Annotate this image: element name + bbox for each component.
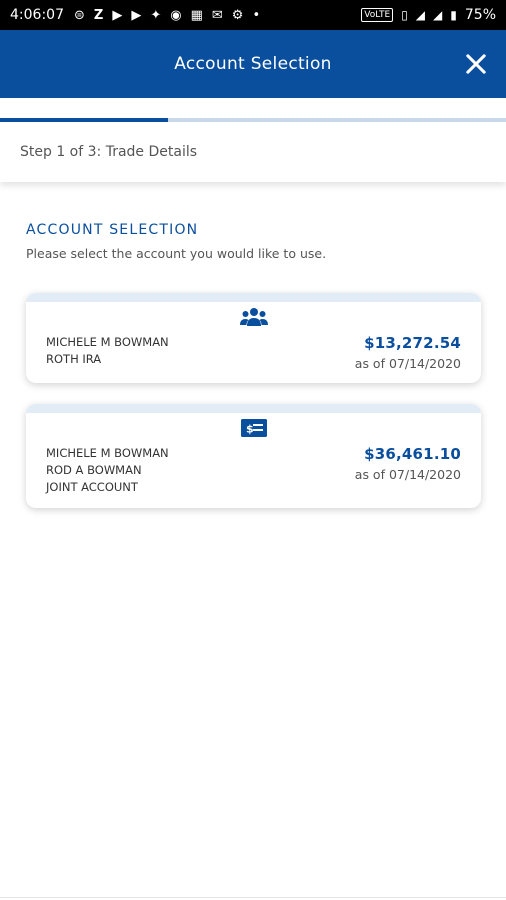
account-card[interactable]: MICHELE M BOWMAN ROTH IRA $13,272.54 as … (26, 293, 481, 383)
people-group-icon (239, 308, 268, 326)
step-indicator: Step 1 of 3: Trade Details (0, 122, 506, 182)
youtube-icon: ▶ (131, 7, 142, 23)
account-card[interactable]: $ MICHELE M BOWMAN ROD A BOWMAN JOINT AC… (26, 404, 481, 508)
cash-icon: $ (240, 419, 267, 437)
account-name-line: ROD A BOWMAN (46, 463, 142, 477)
account-holders: MICHELE M BOWMAN ROD A BOWMAN JOINT ACCO… (46, 445, 169, 496)
account-balance: $13,272.54 (364, 334, 461, 352)
bottom-divider (0, 897, 506, 898)
volte-icon: VoLTE (361, 8, 394, 22)
battery-percent: 75% (464, 7, 496, 23)
step-label: Step 1 of 3: Trade Details (20, 144, 198, 160)
app-header: Account Selection (0, 30, 506, 98)
account-balance: $36,461.10 (364, 445, 461, 463)
notification-icons: ⊜ Z ▶ ▶ ✦ ◉ ▦ ✉ ⚙ • (74, 9, 260, 22)
progress-bar (0, 98, 506, 122)
card-top-band (26, 293, 481, 302)
qr-icon: ▦ (190, 7, 203, 23)
z-icon: Z (93, 7, 104, 23)
youtube-icon: ▶ (112, 7, 123, 23)
signal-icon: ◢ (415, 8, 426, 22)
section-description: Please select the account you would like… (26, 246, 327, 261)
account-holders: MICHELE M BOWMAN ROTH IRA (46, 334, 169, 368)
balance-date: as of 07/14/2020 (354, 467, 461, 482)
account-name-line: MICHELE M BOWMAN (46, 446, 169, 460)
account-name-line: MICHELE M BOWMAN (46, 335, 169, 349)
twitter-icon: ✦ (150, 7, 162, 23)
section-title: ACCOUNT SELECTION (26, 222, 199, 238)
status-bar: 4:06:07 ⊜ Z ▶ ▶ ✦ ◉ ▦ ✉ ⚙ • VoLTE ▯ ◢ ◢ … (0, 0, 506, 30)
account-name-line: ROTH IRA (46, 352, 102, 366)
signal-icon: ◢ (433, 8, 443, 22)
vibrate-icon: ▯ (401, 8, 408, 22)
gmail-icon: ✉ (211, 7, 223, 23)
card-top-band (26, 404, 481, 413)
dot-icon: • (252, 7, 261, 23)
status-time: 4:06:07 (10, 7, 64, 23)
android-icon: ⚙ (231, 7, 244, 23)
system-icons: VoLTE ▯ ◢ ◢ ▮ 75% (361, 7, 496, 23)
messenger-icon: ⊜ (73, 7, 85, 23)
close-icon (466, 54, 486, 74)
battery-icon: ▮ (450, 8, 457, 22)
balance-date: as of 07/14/2020 (354, 356, 461, 371)
account-name-line: JOINT ACCOUNT (46, 480, 138, 494)
main-content: ACCOUNT SELECTION Please select the acco… (0, 222, 506, 508)
page-title: Account Selection (174, 54, 332, 74)
close-button[interactable] (462, 50, 490, 78)
circle-icon: ◉ (170, 7, 182, 23)
svg-text:$: $ (246, 423, 254, 436)
